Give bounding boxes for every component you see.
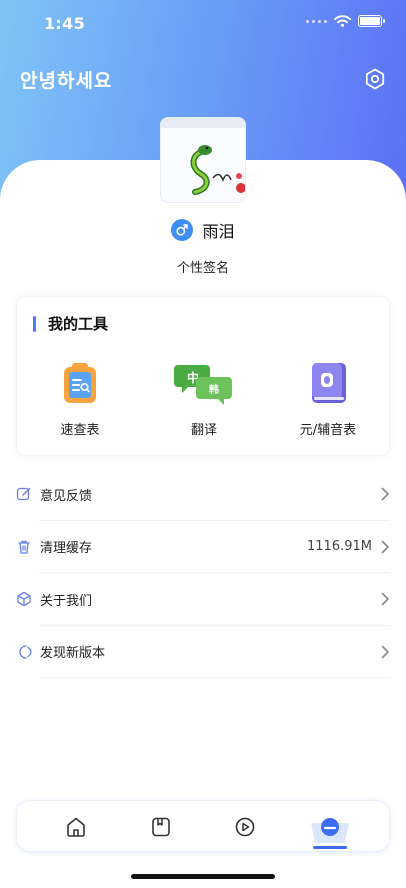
home-indicator xyxy=(131,874,275,879)
greeting-title: 안녕하세요 xyxy=(20,70,113,92)
signature[interactable]: 个性签名 xyxy=(0,257,406,276)
tools-title: 我的工具 xyxy=(48,315,109,333)
play-icon[interactable] xyxy=(233,815,257,839)
avatar[interactable] xyxy=(160,117,246,203)
menu-label: 关于我们 xyxy=(40,593,93,609)
tool-label: 元/辅音表 xyxy=(299,423,357,438)
translate-icon: 中 韩 xyxy=(174,365,232,405)
tools-title-row: 我的工具 xyxy=(33,313,108,334)
tool-vowel-consonant[interactable]: 元/辅音表 xyxy=(273,359,383,438)
quick-reference-icon xyxy=(64,363,96,403)
male-gender-icon xyxy=(171,219,194,241)
tool-translate[interactable]: 中 韩 翻译 xyxy=(149,359,259,438)
profile-icon[interactable] xyxy=(305,811,355,851)
menu-label: 清理缓存 xyxy=(40,541,93,557)
vowel-consonant-book-icon xyxy=(312,363,346,403)
version-icon xyxy=(19,645,32,659)
chevron-right-icon xyxy=(381,487,389,501)
svg-text:韩: 韩 xyxy=(209,383,219,396)
snake-illustration xyxy=(161,118,245,202)
battery-icon xyxy=(358,15,385,27)
status-bar: 1:45 xyxy=(0,0,406,46)
menu-item-feedback[interactable]: 意见反馈 xyxy=(16,468,390,521)
menu-item-clear-cache[interactable]: 清理缓存 1116.91M xyxy=(16,521,390,574)
tool-label: 速查表 xyxy=(60,423,100,438)
menu-label: 意见反馈 xyxy=(40,488,93,504)
menu-item-new-version[interactable]: 发现新版本 xyxy=(16,626,390,679)
signal-icon xyxy=(306,19,327,23)
cache-size: 1116.91M xyxy=(307,539,372,555)
cube-icon xyxy=(17,592,31,607)
title-accent-bar xyxy=(33,315,36,332)
menu-label: 发现新版本 xyxy=(40,646,106,662)
wifi-icon xyxy=(334,15,351,27)
tool-quick-reference[interactable]: 速查表 xyxy=(25,359,135,438)
home-icon[interactable] xyxy=(64,815,88,839)
book-icon[interactable] xyxy=(149,815,173,839)
edit-icon xyxy=(16,488,31,501)
tool-label: 翻译 xyxy=(190,423,217,438)
trash-icon xyxy=(18,540,30,554)
settings-icon[interactable] xyxy=(364,68,386,90)
chevron-right-icon xyxy=(381,540,389,554)
settings-menu: 意见反馈 清理缓存 1116.91M 关于我们 发现新版本 xyxy=(16,468,390,678)
chevron-right-icon xyxy=(381,592,389,606)
username: 雨泪 xyxy=(202,222,235,241)
chevron-right-icon xyxy=(381,645,389,659)
my-tools-card: 我的工具 速查表 中 韩 翻译 元/辅音表 xyxy=(16,296,390,456)
menu-item-about[interactable]: 关于我们 xyxy=(16,573,390,626)
bottom-tab-bar xyxy=(16,800,390,852)
status-time: 1:45 xyxy=(44,14,85,33)
